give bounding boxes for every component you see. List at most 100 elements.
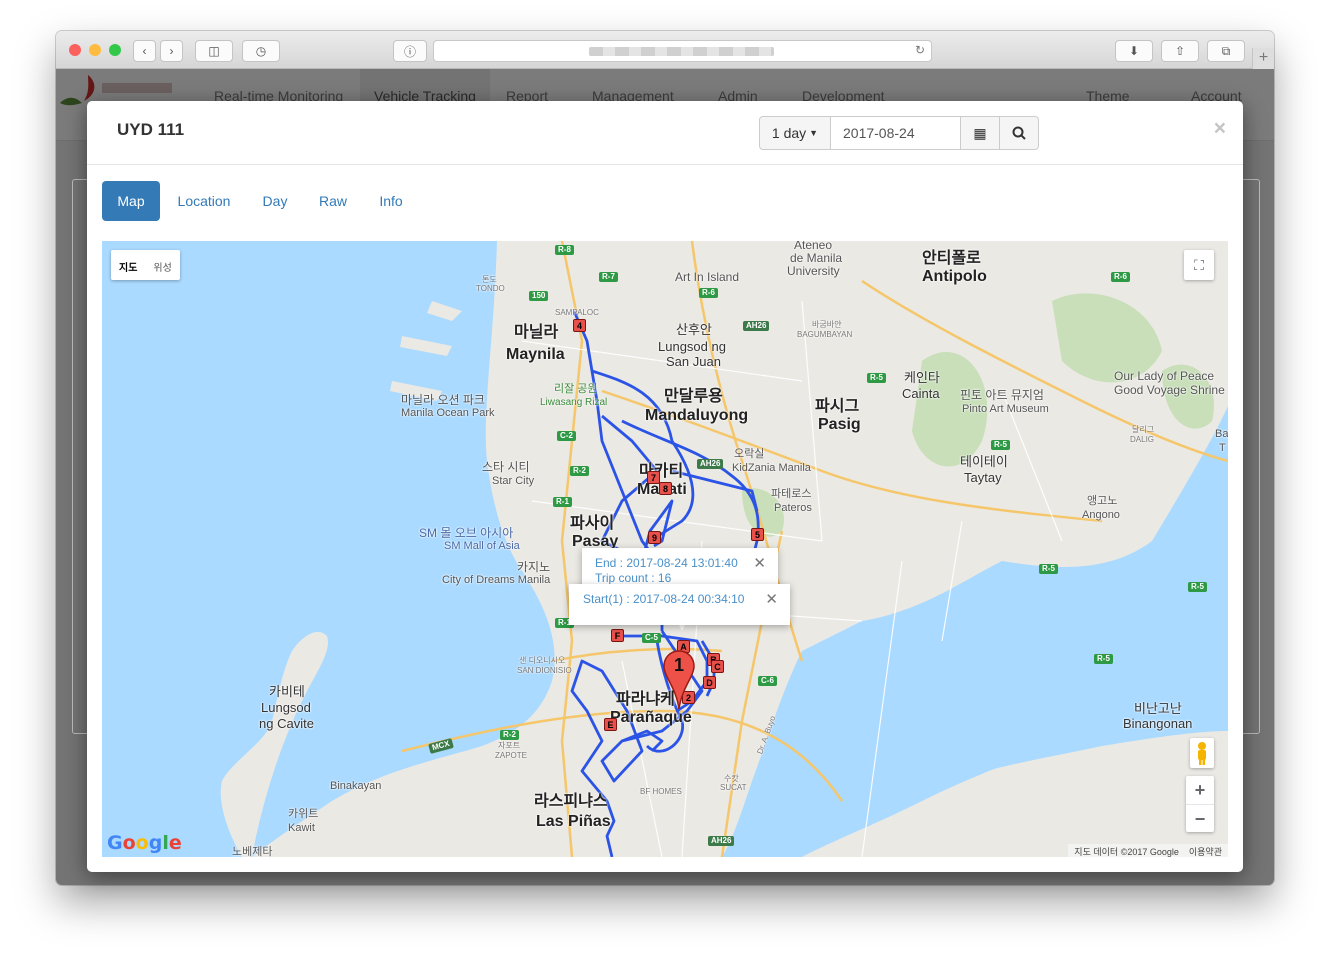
date-input[interactable]: 2017-08-24 bbox=[830, 116, 961, 150]
road-shield: R-5 bbox=[1188, 582, 1207, 592]
label-manila: Maynila bbox=[506, 346, 565, 363]
road-shield: R-1 bbox=[553, 497, 572, 507]
modal-close-button[interactable]: × bbox=[1214, 117, 1226, 141]
end-time-text: End : 2017-08-24 13:01:40 bbox=[595, 556, 738, 570]
zoom-out-button[interactable]: − bbox=[1186, 804, 1214, 832]
road-shield: AH26 bbox=[708, 836, 735, 846]
road-shield: R-5 bbox=[1039, 564, 1058, 574]
route-marker[interactable]: E bbox=[604, 718, 617, 731]
caret-down-icon: ▼ bbox=[809, 128, 819, 138]
zoom-in-button[interactable]: + bbox=[1186, 776, 1214, 804]
label-kawit-ko: 카위트 bbox=[288, 808, 319, 820]
tab-raw[interactable]: Raw bbox=[310, 181, 356, 221]
label-paranaque: Parañaque bbox=[610, 709, 692, 726]
start-info-window: Start(1) : 2017-08-24 00:34:10 ✕ bbox=[569, 584, 790, 625]
label-cavite-1: Lungsod bbox=[261, 700, 311, 715]
label-antipolo: Antipolo bbox=[922, 268, 987, 285]
route-marker[interactable]: C bbox=[711, 660, 724, 673]
route-marker[interactable]: F bbox=[611, 629, 624, 642]
label-sucat: SUCAT bbox=[720, 783, 747, 792]
tab-day[interactable]: Day bbox=[252, 181, 298, 221]
label-ateneo-2: de Manila bbox=[790, 251, 843, 265]
map-type-satellite-button[interactable]: 위성 bbox=[145, 250, 179, 280]
label-cavite-ko: 카비테 bbox=[269, 684, 305, 699]
search-button[interactable] bbox=[999, 116, 1039, 150]
street-view-pegman-icon[interactable] bbox=[1190, 738, 1214, 768]
tab-map[interactable]: Map bbox=[102, 181, 160, 221]
close-window-icon[interactable] bbox=[69, 44, 81, 56]
range-label: 1 day bbox=[771, 125, 807, 141]
route-marker[interactable]: D bbox=[703, 676, 716, 689]
label-pinto-ko: 핀토 아트 뮤지엄 bbox=[960, 388, 1044, 402]
route-marker[interactable]: 7 bbox=[647, 471, 660, 484]
zoom-controls: + − bbox=[1186, 776, 1214, 832]
history-icon[interactable]: ◷ bbox=[242, 40, 280, 62]
label-tondo: TONDO bbox=[476, 284, 505, 293]
label-bottom-cut: 노베제타 bbox=[232, 846, 273, 857]
route-map[interactable]: 마닐라 Maynila 만달루용 Mandaluyong 파시그 Pasig 마… bbox=[102, 241, 1228, 857]
label-pinto: Pinto Art Museum bbox=[962, 403, 1049, 415]
road-shield: R-7 bbox=[599, 272, 618, 282]
label-sanjuan-2: San Juan bbox=[666, 354, 721, 369]
label-our-lady-2: Good Voyage Shrine bbox=[1114, 383, 1225, 397]
label-star-city-ko: 스타 시티 bbox=[482, 460, 530, 474]
tab-location[interactable]: Location bbox=[168, 181, 240, 221]
label-ateneo-3: University bbox=[787, 264, 840, 278]
route-marker[interactable]: 9 bbox=[648, 531, 661, 544]
terms-link[interactable]: 이용약관 bbox=[1189, 845, 1222, 857]
label-rizal-park-ko: 리잘 공원 bbox=[554, 383, 598, 395]
download-icon[interactable]: ⬇ bbox=[1115, 40, 1153, 62]
road-shield: R-5 bbox=[991, 440, 1010, 450]
route-marker[interactable]: 4 bbox=[573, 319, 586, 332]
label-our-lady-1: Our Lady of Peace bbox=[1114, 369, 1215, 383]
road-shield: C-6 bbox=[758, 676, 777, 686]
route-marker[interactable]: 8 bbox=[659, 482, 672, 495]
tabs-overview-icon[interactable]: ⧉ bbox=[1207, 40, 1245, 62]
road-shield: R-6 bbox=[1111, 272, 1130, 282]
road-shield: R-5 bbox=[1094, 654, 1113, 664]
reload-icon[interactable]: ↻ bbox=[915, 43, 925, 57]
label-t: T bbox=[1219, 442, 1226, 454]
label-taytay-ko: 테이테이 bbox=[960, 454, 1008, 469]
map-type-toggle: 지도 위성 bbox=[111, 250, 180, 280]
label-san-dionisio-ko: 샌 디오니시오 bbox=[519, 656, 566, 665]
route-marker[interactable]: 5 bbox=[751, 528, 764, 541]
map-type-map-button[interactable]: 지도 bbox=[111, 250, 145, 280]
tab-info[interactable]: Info bbox=[368, 181, 414, 221]
range-dropdown-button[interactable]: 1 day ▼ bbox=[759, 116, 831, 150]
label-antipolo-ko: 안티폴로 bbox=[922, 250, 981, 267]
sidebar-icon[interactable]: ◫ bbox=[195, 40, 233, 62]
share-icon[interactable]: ⇧ bbox=[1161, 40, 1199, 62]
label-star-city: Star City bbox=[492, 475, 535, 487]
label-bf-homes: BF HOMES bbox=[640, 787, 682, 796]
label-zapote: ZAPOTE bbox=[495, 751, 528, 760]
label-dalig-ko: 달리그 bbox=[1132, 425, 1155, 434]
label-casino-ko: 카지노 bbox=[517, 560, 551, 574]
label-sanjuan-1: Lungsod ng bbox=[658, 339, 726, 354]
label-pasay-ko: 파사이 bbox=[570, 515, 615, 532]
label-laspinas-ko: 라스피냐스 bbox=[534, 793, 608, 810]
zoom-window-icon[interactable] bbox=[109, 44, 121, 56]
road-shield: R-2 bbox=[570, 466, 589, 476]
modal-title: UYD 111 bbox=[117, 120, 185, 139]
close-icon[interactable]: ✕ bbox=[765, 590, 778, 608]
label-ateneo-1: Ateneo bbox=[794, 241, 833, 252]
calendar-button[interactable]: ▦ bbox=[960, 116, 1000, 150]
new-tab-button[interactable]: + bbox=[1252, 48, 1274, 69]
fullscreen-icon[interactable]: ⛶ bbox=[1184, 250, 1214, 280]
minimize-window-icon[interactable] bbox=[89, 44, 101, 56]
address-bar[interactable]: ↻ bbox=[433, 40, 932, 62]
port-piers bbox=[390, 301, 462, 401]
label-kidzania-ko: 오락실 bbox=[734, 448, 765, 460]
road-shield: R-5 bbox=[867, 373, 886, 383]
label-pasig-ko: 파시그 bbox=[815, 398, 860, 415]
close-icon[interactable]: ✕ bbox=[753, 554, 766, 572]
info-icon[interactable]: ⓘ bbox=[393, 40, 427, 62]
forward-icon[interactable]: › bbox=[160, 40, 183, 62]
road-shield: AH26 bbox=[743, 321, 770, 331]
label-art-in-island: Art In Island bbox=[675, 270, 740, 284]
back-icon[interactable]: ‹ bbox=[133, 40, 156, 62]
attribution-text: 지도 데이터 ©2017 Google bbox=[1074, 847, 1179, 857]
label-pateros: Pateros bbox=[774, 502, 812, 514]
blurred-url bbox=[589, 47, 774, 56]
